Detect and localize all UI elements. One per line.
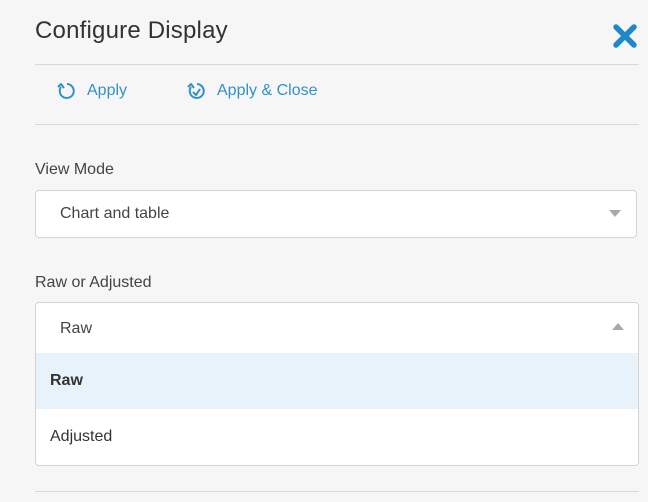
raw-adjusted-select: Raw Raw Adjusted <box>35 302 639 466</box>
view-mode-label: View Mode <box>35 161 114 178</box>
close-icon <box>613 24 637 48</box>
view-mode-select[interactable]: Chart and table <box>35 190 637 238</box>
configure-display-panel: Configure Display Apply Apply & Close Vi… <box>0 0 648 502</box>
refresh-icon <box>57 83 75 99</box>
divider <box>35 491 639 492</box>
chevron-up-icon <box>612 323 624 330</box>
divider <box>35 124 639 125</box>
close-button[interactable] <box>611 22 639 50</box>
chevron-down-icon <box>609 210 621 217</box>
raw-adjusted-current[interactable]: Raw <box>36 303 638 353</box>
option-raw[interactable]: Raw <box>36 353 638 409</box>
apply-close-label: Apply & Close <box>217 82 318 99</box>
panel-title: Configure Display <box>35 17 228 44</box>
view-mode-value: Chart and table <box>60 205 170 222</box>
raw-adjusted-label: Raw or Adjusted <box>35 274 152 291</box>
apply-close-button[interactable]: Apply & Close <box>185 80 318 102</box>
refresh-check-icon <box>187 83 205 99</box>
apply-label: Apply <box>87 82 128 99</box>
divider <box>35 64 639 65</box>
apply-button[interactable]: Apply <box>55 80 127 102</box>
option-adjusted[interactable]: Adjusted <box>36 409 638 465</box>
raw-adjusted-value: Raw <box>60 320 93 337</box>
